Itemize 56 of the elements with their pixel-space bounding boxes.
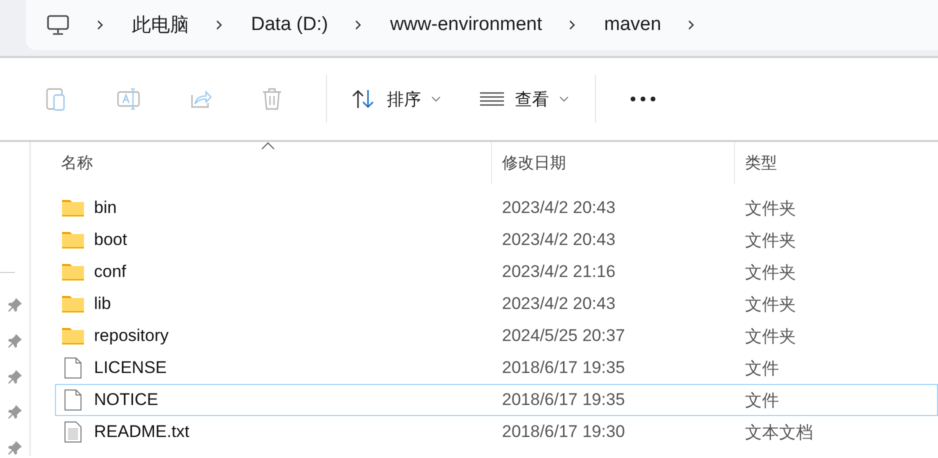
chevron-icon (687, 19, 696, 31)
file-type: 文件夹 (744, 198, 797, 220)
column-header[interactable]: 名称 (55, 142, 491, 184)
file-name[interactable]: repository (94, 326, 169, 346)
folder-icon (62, 263, 84, 281)
more-icon[interactable] (630, 96, 656, 102)
file-type: 文件夹 (744, 230, 797, 252)
modified-date: 2018/6/17 19:30 (501, 422, 626, 442)
file-icon (64, 357, 82, 379)
file-name[interactable]: LICENSE (94, 358, 167, 378)
modified-date: 2023/4/2 20:43 (501, 198, 616, 218)
file-type: 文件 (744, 358, 780, 380)
computer-icon[interactable] (46, 14, 70, 36)
chevron-icon (96, 19, 104, 31)
pin-icon[interactable] (6, 404, 22, 420)
modified-date: 2023/4/2 20:43 (501, 294, 616, 314)
chevron-icon (568, 19, 576, 31)
file-type: 文件夹 (744, 326, 797, 348)
modified-date: 2024/5/25 20:37 (501, 326, 626, 346)
column-header[interactable]: 修改日期 (491, 142, 734, 184)
modified-date: 2018/6/17 19:35 (501, 390, 626, 410)
file-type: 文本文档 (744, 422, 814, 444)
file-type: 文件夹 (744, 294, 797, 316)
breadcrumb-item[interactable]: Data (D:) (251, 14, 328, 36)
sort-button[interactable]: 排序 (339, 82, 453, 116)
dropdown-caret-icon (431, 96, 441, 102)
file-name[interactable]: lib (94, 294, 112, 314)
chevron-icon (354, 19, 362, 31)
file-name[interactable]: bin (94, 198, 117, 218)
modified-date: 2023/4/2 20:43 (501, 230, 616, 250)
folder-icon (62, 231, 84, 249)
list-view-icon (479, 91, 505, 107)
breadcrumb-item[interactable]: 此电脑 (132, 12, 189, 38)
folder-icon (62, 295, 84, 313)
file-name[interactable]: boot (94, 230, 128, 250)
folder-icon (62, 199, 84, 217)
file-type: 文件夹 (744, 262, 797, 284)
chevron-icon (215, 19, 223, 31)
view-button[interactable]: 查看 (467, 82, 581, 116)
pin-icon[interactable] (6, 332, 22, 349)
pin-icon[interactable] (6, 297, 22, 313)
file-name[interactable]: conf (94, 262, 126, 282)
modified-date: 2023/4/2 21:16 (501, 262, 616, 282)
folder-icon (62, 327, 84, 345)
column-header[interactable]: 类型 (734, 142, 938, 184)
dropdown-caret-icon (559, 96, 569, 102)
file-name[interactable]: README.txt (94, 422, 190, 442)
text-file-icon (64, 421, 82, 443)
file-icon (64, 389, 82, 411)
breadcrumb-item[interactable]: maven (604, 14, 662, 36)
pin-icon[interactable] (6, 440, 22, 456)
modified-date: 2018/6/17 19:35 (501, 358, 626, 378)
pin-icon[interactable] (6, 368, 22, 384)
file-name[interactable]: NOTICE (94, 390, 158, 410)
file-type: 文件 (744, 390, 780, 412)
breadcrumb-item[interactable]: www-environment (390, 14, 542, 36)
